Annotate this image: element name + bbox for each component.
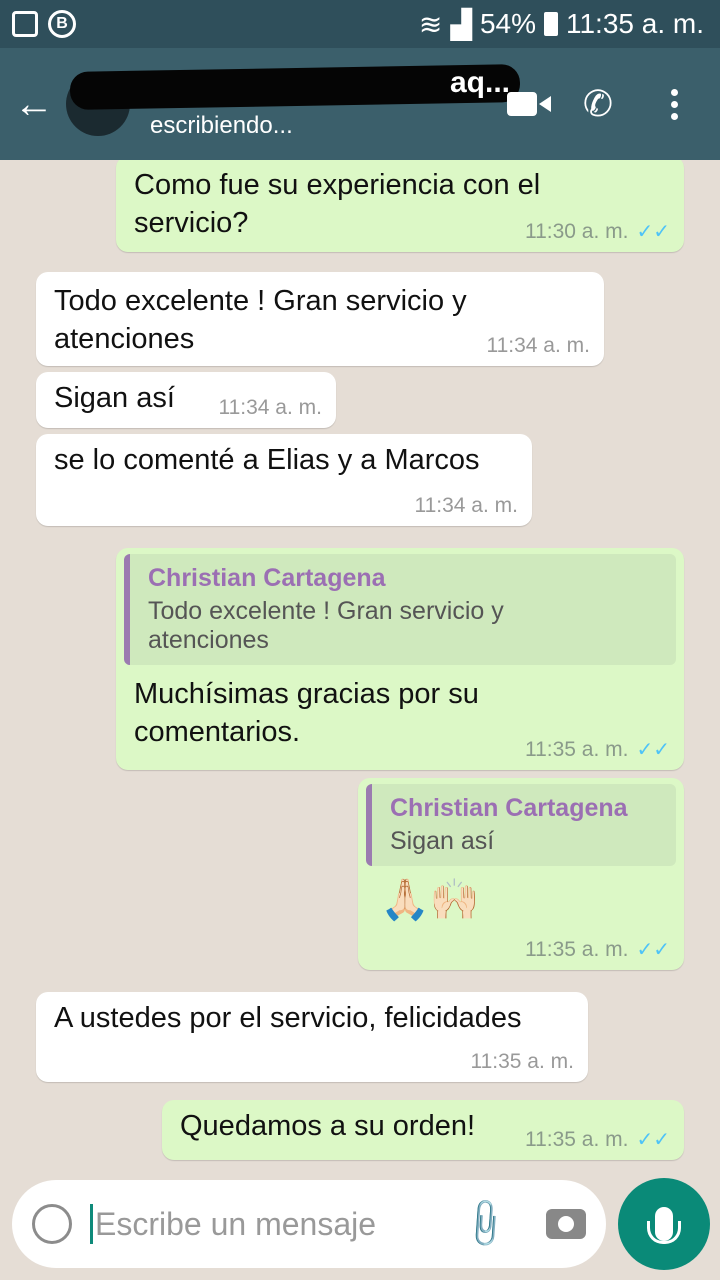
quote-author: Christian Cartagena bbox=[390, 794, 628, 822]
message-text: A ustedes por el servicio, felicidades bbox=[54, 1002, 522, 1034]
phone-icon: ✆ bbox=[582, 83, 614, 124]
typing-status: escribiendo... bbox=[150, 112, 293, 139]
message-time: 11:35 a. m. bbox=[470, 1050, 574, 1073]
message-input[interactable]: Escribe un mensaje bbox=[95, 1206, 464, 1243]
message-composer[interactable]: Escribe un mensaje 📎 bbox=[12, 1180, 606, 1268]
more-options-button[interactable] bbox=[644, 74, 704, 134]
b-icon: B bbox=[48, 10, 76, 38]
message-outgoing[interactable]: Quedamos a su orden! 11:35 a. m. ✓✓ bbox=[162, 1100, 684, 1160]
back-arrow-icon[interactable]: ← bbox=[6, 82, 62, 127]
attach-paperclip-icon[interactable]: 📎 bbox=[456, 1195, 514, 1253]
clock: 11:35 a. m. bbox=[565, 8, 704, 39]
message-incoming[interactable]: Todo excelente ! Gran servicio y atencio… bbox=[36, 272, 604, 366]
message-text: se lo comenté a Elias y a Marcos bbox=[54, 444, 480, 476]
contact-info[interactable]: aq... escribiendo... bbox=[69, 64, 521, 144]
message-time: 11:30 a. m. ✓✓ bbox=[524, 220, 670, 243]
quote-text: Sigan así bbox=[390, 827, 495, 855]
message-list[interactable]: Como fue su experiencia con el servicio?… bbox=[0, 160, 720, 1170]
message-incoming[interactable]: se lo comenté a Elias y a Marcos 11:34 a… bbox=[36, 434, 532, 526]
read-ticks-icon: ✓✓ bbox=[636, 221, 670, 243]
message-outgoing-reply[interactable]: Christian Cartagena Todo excelente ! Gra… bbox=[116, 548, 684, 770]
quote-text: Todo excelente ! Gran servicio y atencio… bbox=[148, 597, 504, 654]
message-time: 11:34 a. m. bbox=[218, 396, 322, 419]
gallery-icon bbox=[12, 11, 38, 37]
camera-icon[interactable] bbox=[546, 1209, 586, 1239]
message-outgoing-reply[interactable]: Christian Cartagena Sigan así 🙏🏻🙌🏻 11:35… bbox=[358, 778, 684, 970]
quoted-message[interactable]: Christian Cartagena Todo excelente ! Gra… bbox=[124, 554, 676, 665]
text-caret bbox=[90, 1204, 93, 1244]
battery-icon bbox=[543, 12, 558, 36]
message-time: 11:35 a. m. ✓✓ bbox=[524, 938, 670, 961]
message-incoming[interactable]: Sigan así 11:34 a. m. bbox=[36, 372, 336, 428]
message-time: 11:35 a. m. ✓✓ bbox=[524, 1128, 670, 1151]
message-outgoing[interactable]: Como fue su experiencia con el servicio?… bbox=[116, 160, 684, 252]
kebab-menu-icon bbox=[670, 88, 678, 120]
read-ticks-icon: ✓✓ bbox=[636, 939, 670, 961]
message-time: 11:34 a. m. bbox=[414, 494, 518, 517]
emoji-icon[interactable] bbox=[32, 1204, 72, 1244]
quote-author: Christian Cartagena bbox=[148, 564, 386, 592]
message-time: 11:34 a. m. bbox=[486, 334, 590, 357]
voice-call-button[interactable]: ✆ bbox=[568, 74, 628, 134]
message-incoming[interactable]: A ustedes por el servicio, felicidades 1… bbox=[36, 992, 588, 1082]
quoted-message[interactable]: Christian Cartagena Sigan así bbox=[366, 784, 676, 866]
status-bar: B ≋ ▟ 54% 11:35 a. m. bbox=[0, 0, 720, 48]
read-ticks-icon: ✓✓ bbox=[636, 1129, 670, 1151]
message-text: Todo excelente ! Gran servicio y atencio… bbox=[54, 285, 467, 355]
message-time: 11:35 a. m. ✓✓ bbox=[524, 738, 670, 761]
contact-name: aq... bbox=[450, 66, 511, 99]
chat-header: ← aq... escribiendo... ✆ bbox=[0, 48, 720, 160]
signal-icon: ▟ bbox=[450, 8, 472, 40]
battery-percent: 54% bbox=[479, 8, 536, 39]
microphone-icon bbox=[647, 1207, 681, 1244]
wifi-icon: ≋ bbox=[418, 8, 443, 40]
read-ticks-icon: ✓✓ bbox=[636, 739, 670, 761]
message-text: Muchísimas gracias por su comentarios. bbox=[134, 678, 479, 748]
voice-record-button[interactable] bbox=[618, 1178, 710, 1270]
video-camera-icon bbox=[507, 92, 537, 116]
emoji-content: 🙏🏻🙌🏻 bbox=[380, 878, 480, 922]
